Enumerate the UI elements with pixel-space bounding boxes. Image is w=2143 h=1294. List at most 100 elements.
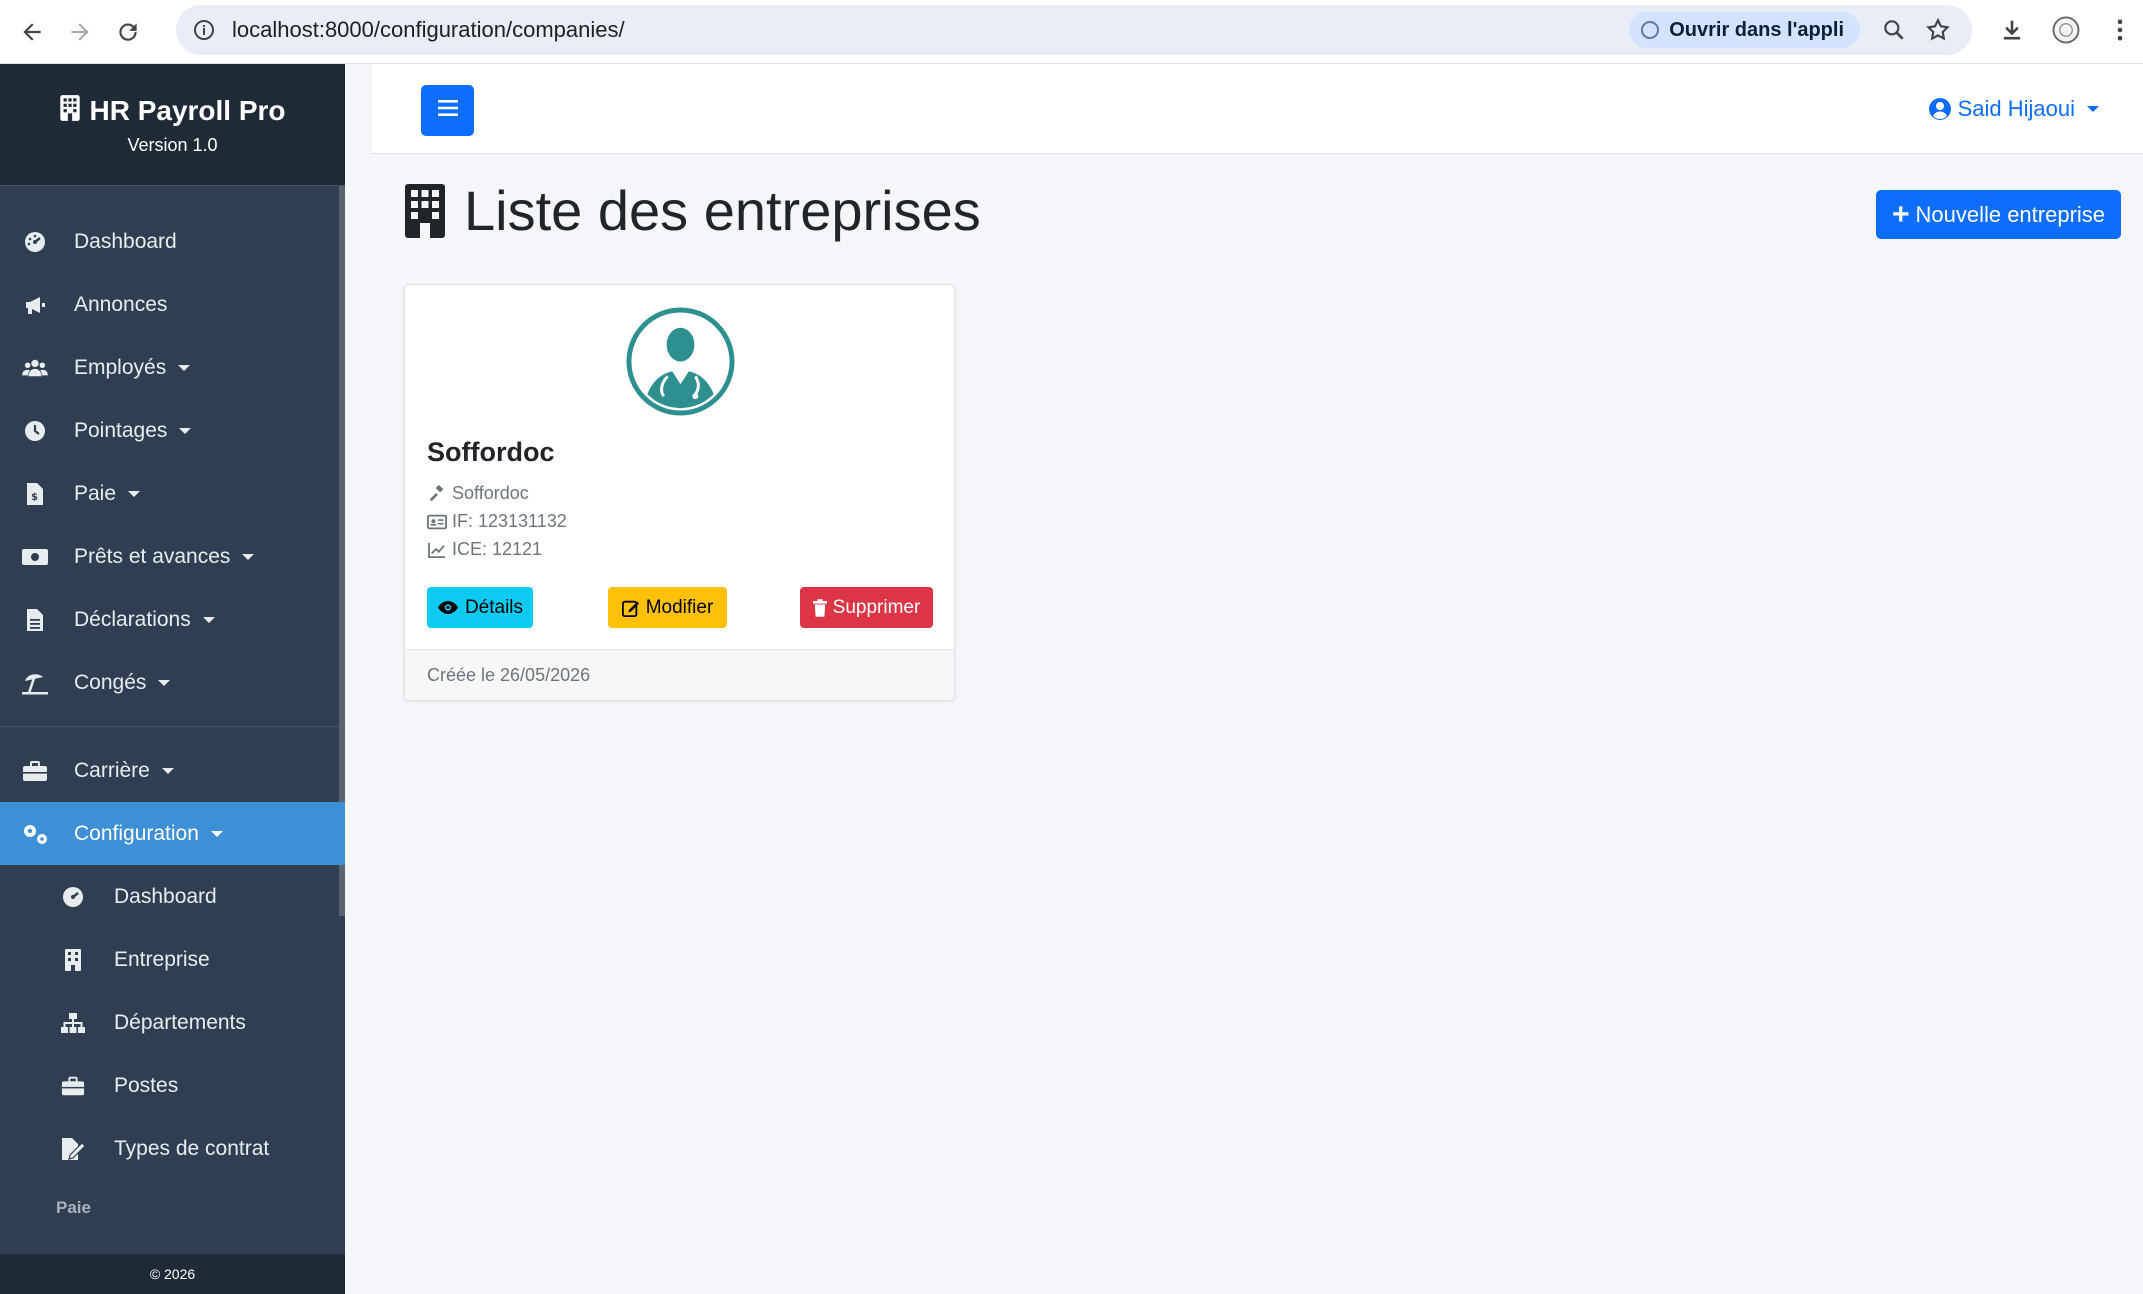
invoice-dollar-icon: $: [20, 481, 50, 507]
company-logo: [626, 307, 735, 416]
sidebar-subitem-types-contrat[interactable]: Types de contrat: [0, 1117, 345, 1180]
sidebar-subitem-label: Dashboard: [114, 884, 217, 908]
sidebar-nav: Dashboard Annonces Employés Pointages $ …: [0, 186, 345, 1228]
browser-menu-icon[interactable]: [2104, 14, 2136, 46]
users-icon: [20, 355, 50, 381]
sidebar-item-paie[interactable]: $ Paie: [0, 462, 345, 525]
chevron-down-icon: [128, 490, 141, 497]
company-legal-name-row: Soffordoc: [427, 483, 529, 504]
company-created-date: Créée le 26/05/2026: [427, 664, 591, 685]
brand-title-row: HR Payroll Pro: [59, 94, 286, 129]
user-name: Said Hijaoui: [1957, 96, 2075, 121]
sidebar-item-label: Carrière: [74, 758, 150, 782]
company-legal-name: Soffordoc: [452, 483, 529, 503]
brand-title: HR Payroll Pro: [89, 95, 286, 126]
chevron-down-icon: [242, 553, 255, 560]
details-label: Détails: [464, 596, 524, 618]
open-in-app-button[interactable]: Ouvrir dans l'appli: [1629, 12, 1860, 48]
page-title: Liste des entreprises: [404, 178, 981, 243]
edit-button[interactable]: Modifier: [608, 587, 727, 628]
company-ice-row: ICE: 12121: [427, 539, 542, 560]
company-name: Soffordoc: [427, 437, 555, 467]
sidebar-subitem-departements[interactable]: Départements: [0, 991, 345, 1054]
bookmark-star-icon[interactable]: [1924, 16, 1952, 44]
brand[interactable]: HR Payroll Pro Version 1.0: [0, 64, 345, 186]
page-title-text: Liste des entreprises: [464, 179, 981, 242]
brand-version: Version 1.0: [127, 134, 218, 155]
company-ice: ICE: 12121: [452, 539, 543, 559]
sidebar: HR Payroll Pro Version 1.0 Dashboard Ann…: [0, 64, 345, 1294]
company-card: Soffordoc Soffordoc IF: 123131132 ICE: 1…: [404, 284, 955, 701]
new-company-label: Nouvelle entreprise: [1915, 201, 2106, 227]
sidebar-subitem-entreprise[interactable]: Entreprise: [0, 928, 345, 991]
new-company-button[interactable]: + Nouvelle entreprise: [1876, 190, 2121, 239]
sidebar-item-conges[interactable]: Congés: [0, 651, 345, 714]
chevron-down-icon: [161, 767, 174, 774]
chevron-down-icon: [158, 679, 171, 686]
user-menu-dropdown[interactable]: Said Hijaoui: [1928, 96, 2099, 122]
building-icon: [59, 94, 81, 129]
sidebar-item-label: Configuration: [74, 821, 199, 845]
reload-icon[interactable]: [108, 12, 148, 52]
sidebar-item-label: Prêts et avances: [74, 544, 231, 568]
sidebar-item-employes[interactable]: Employés: [0, 336, 345, 399]
sidebar-subitem-postes[interactable]: Postes: [0, 1054, 345, 1117]
sidebar-item-label: Dashboard: [74, 229, 177, 253]
sidebar-item-prets-avances[interactable]: Prêts et avances: [0, 525, 345, 588]
sidebar-item-dashboard[interactable]: Dashboard: [0, 210, 345, 273]
sidebar-item-annonces[interactable]: Annonces: [0, 273, 345, 336]
address-bar[interactable]: localhost:8000/configuration/companies/ …: [176, 5, 1972, 55]
sidebar-toggle-button[interactable]: [421, 85, 474, 136]
id-card-icon: [427, 513, 447, 531]
sidebar-footer: © 2026: [0, 1254, 345, 1294]
sidebar-item-declarations[interactable]: Déclarations: [0, 588, 345, 651]
sidebar-item-label: Paie: [74, 481, 117, 505]
plus-icon: +: [1891, 197, 1910, 231]
url-text: localhost:8000/configuration/companies/: [232, 17, 625, 42]
sidebar-divider: [0, 726, 345, 727]
cogs-icon: [20, 821, 50, 847]
trash-icon: [812, 598, 827, 617]
sidebar-item-carriere[interactable]: Carrière: [0, 739, 345, 802]
profile-avatar-icon[interactable]: [2050, 14, 2082, 46]
open-in-app-label: Ouvrir dans l'appli: [1669, 18, 1844, 41]
back-icon[interactable]: [12, 12, 52, 52]
sidebar-item-configuration[interactable]: Configuration: [0, 802, 345, 865]
company-if-row: IF: 123131132: [427, 511, 567, 532]
delete-label: Supprimer: [832, 596, 921, 618]
sidebar-item-label: Déclarations: [74, 607, 191, 631]
chevron-down-icon: [2087, 106, 2099, 112]
browser-toolbar: localhost:8000/configuration/companies/ …: [0, 0, 2143, 64]
sidebar-item-pointages[interactable]: Pointages: [0, 399, 345, 462]
sidebar-subitem-label: Entreprise: [114, 947, 210, 971]
gauge-icon: [60, 884, 86, 910]
user-circle-icon: [1928, 97, 1952, 121]
chevron-down-icon: [202, 616, 215, 623]
gavel-icon: [427, 484, 447, 503]
forward-icon[interactable]: [60, 12, 100, 52]
chevron-down-icon: [178, 364, 191, 371]
download-icon[interactable]: [1996, 14, 2028, 46]
megaphone-icon: [20, 292, 50, 318]
briefcase-icon: [60, 1073, 86, 1099]
sidebar-subitem-label: Postes: [114, 1073, 179, 1097]
sidebar-subitem-label: Départements: [114, 1010, 246, 1034]
hamburger-icon: [437, 99, 458, 122]
clock-icon: [20, 418, 50, 444]
file-alt-icon: [20, 607, 50, 633]
details-button[interactable]: Détails: [427, 587, 533, 628]
file-signature-icon: [60, 1136, 86, 1162]
sitemap-icon: [60, 1010, 86, 1036]
zoom-icon[interactable]: [1880, 16, 1908, 44]
delete-button[interactable]: Supprimer: [800, 587, 933, 628]
company-card-footer: Créée le 26/05/2026: [405, 649, 954, 700]
chevron-down-icon: [210, 830, 223, 837]
company-if: IF: 123131132: [452, 511, 567, 531]
site-info-icon[interactable]: [190, 16, 218, 44]
sidebar-subitem-label: Types de contrat: [114, 1136, 270, 1160]
sidebar-item-label: Annonces: [74, 292, 168, 316]
gauge-icon: [20, 229, 50, 255]
sidebar-item-label: Congés: [74, 670, 147, 694]
sidebar-subitem-dashboard[interactable]: Dashboard: [0, 865, 345, 928]
edit-label: Modifier: [645, 596, 714, 618]
